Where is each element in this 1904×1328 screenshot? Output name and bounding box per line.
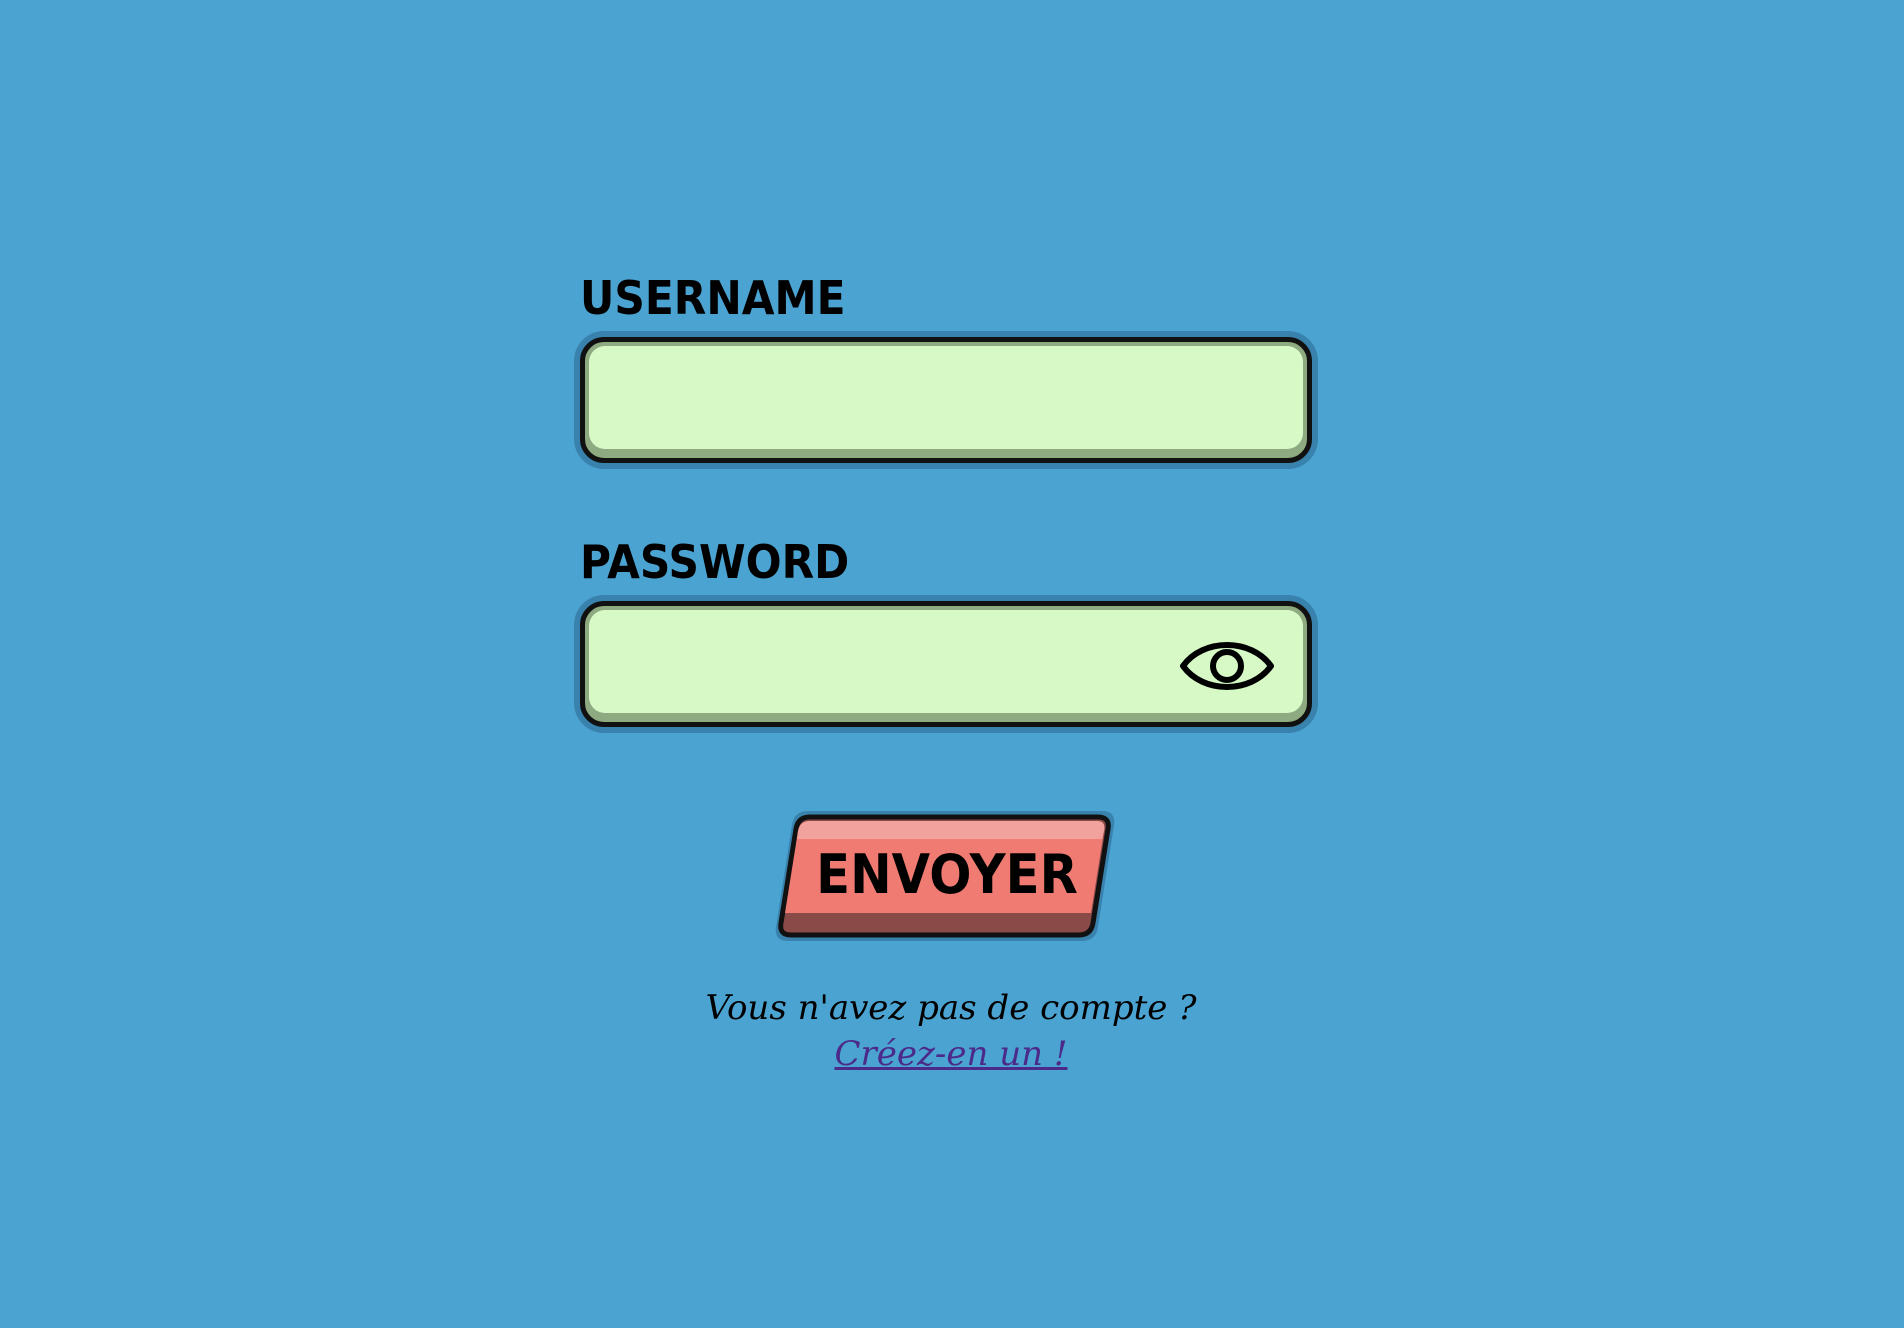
signup-prompt: Vous n'avez pas de compte ? Créez-en un … <box>580 985 1322 1077</box>
password-field-frame <box>580 601 1312 727</box>
username-field-frame <box>580 337 1312 463</box>
username-field-inner <box>589 346 1303 449</box>
signup-prompt-text: Vous n'avez pas de compte ? <box>705 988 1197 1028</box>
submit-button[interactable]: ENVOYER <box>772 805 1122 947</box>
username-label: USERNAME <box>580 271 846 325</box>
password-label: PASSWORD <box>580 535 850 589</box>
username-input[interactable] <box>589 346 1303 449</box>
create-account-link[interactable]: Créez-en un ! <box>834 1034 1067 1074</box>
submit-button-label: ENVOYER <box>816 843 1078 906</box>
show-password-eye-icon[interactable] <box>1179 634 1275 698</box>
